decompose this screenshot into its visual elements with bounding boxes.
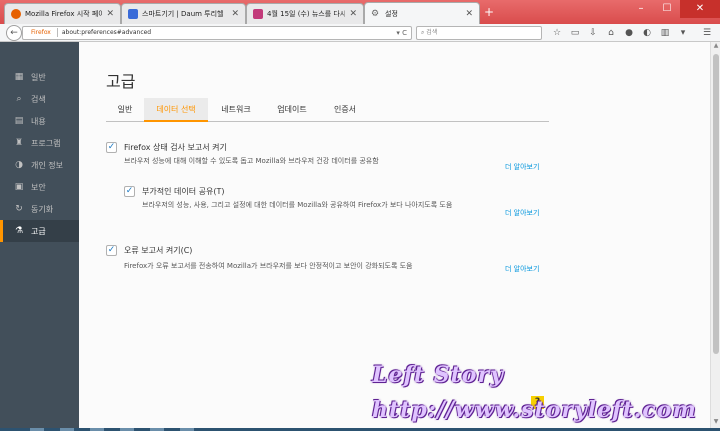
- bookmark-star-icon[interactable]: ☆: [548, 26, 566, 40]
- tab-settings[interactable]: ⚙ 설정 ✕: [364, 2, 480, 24]
- tab-firefox-start[interactable]: Mozilla Firefox 시작 페이지 ✕: [4, 3, 121, 24]
- downloads-icon[interactable]: ⇩: [584, 26, 602, 40]
- sidebar-item-label: 검색: [31, 94, 46, 104]
- back-button[interactable]: ←: [6, 25, 22, 41]
- scroll-up-icon[interactable]: ▲: [711, 42, 720, 52]
- sidebar-item-content[interactable]: ▤ 내용: [0, 110, 79, 132]
- lock-icon: ▣: [14, 182, 24, 192]
- firefox-icon: [11, 9, 21, 19]
- home-icon[interactable]: ⌂: [602, 26, 620, 40]
- general-icon: ▦: [14, 72, 24, 82]
- news-icon: [253, 9, 263, 19]
- health-report-learn-more-link[interactable]: 더 알아보기: [505, 162, 539, 172]
- search-icon: ⌕: [16, 94, 22, 104]
- tab-daum[interactable]: 스마트기기 | Daum 투리헬 ✕: [121, 3, 246, 24]
- browser-window: Mozilla Firefox 시작 페이지 ✕ 스마트기기 | Daum 투리…: [0, 0, 720, 431]
- health-report-checkbox[interactable]: ✓: [106, 142, 117, 153]
- navigation-bar: ← Firefox about:preferences#advanced ▾ C …: [0, 24, 720, 42]
- reading-list-icon[interactable]: ▭: [566, 26, 584, 40]
- daum-icon: [128, 9, 138, 19]
- toolbar-icons: ☆ ▭ ⇩ ⌂ ● ◐ ▥ ▾ ☰: [548, 26, 716, 40]
- sidebar-item-label: 내용: [31, 116, 46, 126]
- additional-data-description: 브라우저의 성능, 사용, 그리고 설정에 대한 데이터를 Mozilla와 공…: [142, 201, 453, 209]
- watermark-title: Left Story: [372, 362, 504, 388]
- rocket-icon: ♜: [14, 138, 24, 148]
- tab-strip: Mozilla Firefox 시작 페이지 ✕ 스마트기기 | Daum 투리…: [0, 0, 720, 24]
- tab-general[interactable]: 일반: [106, 98, 144, 122]
- sidebar-item-sync[interactable]: ↻ 동기화: [0, 198, 79, 220]
- hamburger-menu-icon[interactable]: ☰: [698, 26, 716, 40]
- mask-icon: ◑: [15, 160, 23, 170]
- close-tab-icon[interactable]: ✕: [231, 9, 239, 19]
- sidebar-item-label: 동기화: [31, 204, 54, 214]
- tab-data-choices[interactable]: 데이터 선택: [144, 98, 208, 122]
- tab-certificates[interactable]: 인증서: [320, 98, 370, 122]
- minimize-button[interactable]: –: [628, 0, 654, 18]
- preferences-sidebar: ▦ 일반 ⌕ 검색 ▤ 내용 ♜ 프로그램 ◑ 개인 정보 ▣ 보안 ↻ 동기화…: [0, 42, 79, 428]
- sidebar-item-search[interactable]: ⌕ 검색: [0, 88, 79, 110]
- sidebar-item-label: 일반: [31, 72, 46, 82]
- vertical-scrollbar[interactable]: ▲ ▼: [710, 42, 720, 431]
- advanced-tabs: 일반 데이터 선택 네트워크 업데이트 인증서: [106, 98, 549, 122]
- reload-icon[interactable]: ▾ C: [396, 27, 407, 39]
- firefox-brand-label: Firefox: [31, 29, 51, 36]
- sidebar-item-label: 고급: [31, 226, 46, 236]
- search-icon: ⌕: [421, 29, 425, 36]
- tab-network[interactable]: 네트워크: [208, 98, 264, 122]
- preferences-page: ▦ 일반 ⌕ 검색 ▤ 내용 ♜ 프로그램 ◑ 개인 정보 ▣ 보안 ↻ 동기화…: [0, 42, 710, 428]
- crash-report-learn-more-link[interactable]: 더 알아보기: [505, 264, 539, 274]
- sidebar-item-label: 개인 정보: [31, 160, 63, 170]
- crash-report-label: 오류 보고서 켜기(C): [124, 246, 193, 255]
- watermark-url: http://www.storyleft.com: [372, 397, 697, 423]
- sidebar-item-label: 프로그램: [31, 138, 61, 148]
- sidebar-item-label: 보안: [31, 182, 46, 192]
- wizard-hat-icon: ⚗: [14, 226, 24, 236]
- tab-news[interactable]: 4월 15일 (수) 뉴스를 다시... ✕: [246, 3, 364, 24]
- sidebar-item-applications[interactable]: ♜ 프로그램: [0, 132, 79, 154]
- sync-icon: ↻: [15, 204, 23, 214]
- chat-icon[interactable]: ●: [620, 26, 638, 40]
- scroll-down-icon[interactable]: ▼: [711, 418, 720, 428]
- url-separator: [56, 28, 58, 37]
- search-input[interactable]: ⌕ 검색: [416, 26, 542, 40]
- content-icon: ▤: [14, 116, 24, 126]
- maximize-button[interactable]: ☐: [654, 0, 680, 18]
- additional-data-checkbox[interactable]: ✓: [124, 186, 135, 197]
- sidebar-item-privacy[interactable]: ◑ 개인 정보: [0, 154, 79, 176]
- sidebar-item-advanced[interactable]: ⚗ 고급: [0, 220, 79, 242]
- close-tab-icon[interactable]: ✕: [106, 9, 114, 19]
- close-window-button[interactable]: ✕: [680, 0, 720, 18]
- url-bar[interactable]: Firefox about:preferences#advanced ▾ C: [22, 26, 412, 40]
- page-title: 고급: [106, 72, 136, 91]
- menu-arrow-icon[interactable]: ▾: [674, 26, 692, 40]
- sidebar-item-general[interactable]: ▦ 일반: [0, 66, 79, 88]
- close-tab-icon[interactable]: ✕: [349, 9, 357, 19]
- trash-icon[interactable]: ▥: [656, 26, 674, 40]
- url-text: about:preferences#advanced: [61, 29, 152, 36]
- health-report-label: Firefox 상태 검사 보고서 켜기: [124, 143, 227, 152]
- scrollbar-thumb[interactable]: [713, 54, 719, 354]
- additional-data-label: 부가적인 데이터 공유(T): [142, 187, 225, 196]
- pocket-icon[interactable]: ◐: [638, 26, 656, 40]
- sidebar-item-security[interactable]: ▣ 보안: [0, 176, 79, 198]
- new-tab-button[interactable]: +: [484, 5, 494, 19]
- crash-report-description: Firefox가 오류 보고서를 전송하여 Mozilla가 브라우저를 보다 …: [124, 262, 413, 270]
- additional-data-learn-more-link[interactable]: 더 알아보기: [505, 208, 539, 218]
- tab-update[interactable]: 업데이트: [264, 98, 320, 122]
- crash-report-checkbox[interactable]: ✓: [106, 245, 117, 256]
- close-tab-icon[interactable]: ✕: [465, 9, 473, 19]
- health-report-description: 브라우저 성능에 대해 이해할 수 있도록 돕고 Mozilla와 브라우저 건…: [124, 157, 379, 165]
- search-placeholder: 검색: [426, 29, 438, 36]
- gear-icon: ⚙: [371, 8, 380, 19]
